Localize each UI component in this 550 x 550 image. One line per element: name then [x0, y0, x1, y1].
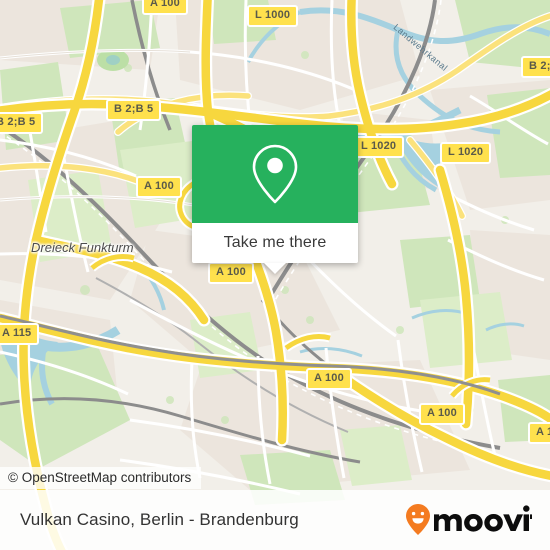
- moovit-smiley-pin-icon: [406, 504, 532, 535]
- location-popup[interactable]: Take me there: [192, 125, 358, 274]
- road-shield[interactable]: A 100: [208, 262, 254, 284]
- popup-tail: [264, 263, 286, 274]
- page-title: Vulkan Casino, Berlin - Brandenburg: [20, 510, 299, 529]
- road-shield[interactable]: L 1000: [247, 5, 299, 27]
- road-shield[interactable]: A 100: [136, 176, 182, 198]
- place-label-dreieck-funkturm: Dreieck Funkturm: [31, 240, 134, 255]
- road-shield[interactable]: A 100: [142, 0, 188, 15]
- road-shield[interactable]: A 1: [528, 422, 550, 444]
- road-shield[interactable]: L 1020: [440, 142, 492, 164]
- map-screenshot: A 100 L 1000 B 2;B 5 B 2;B 5 B 2;B 5 L 1…: [0, 0, 550, 550]
- popup-action-bar[interactable]: Take me there: [192, 223, 358, 274]
- take-me-there-label: Take me there: [223, 234, 327, 251]
- popup-image-area: [192, 125, 358, 223]
- road-shield[interactable]: L 1020: [353, 136, 405, 158]
- road-shield[interactable]: A 100: [419, 403, 465, 425]
- osm-attribution[interactable]: © OpenStreetMap contributors: [0, 467, 202, 489]
- road-shield[interactable]: B 2;B 5: [106, 99, 162, 121]
- road-shield[interactable]: A 100: [306, 368, 352, 390]
- moovit-logo[interactable]: [404, 502, 532, 538]
- map-pin-icon: [252, 144, 298, 204]
- road-shield[interactable]: B 2;B 5: [521, 56, 550, 78]
- road-shield[interactable]: A 115: [0, 323, 40, 345]
- footer-bar: Vulkan Casino, Berlin - Brandenburg: [0, 490, 550, 550]
- road-shield[interactable]: B 2;B 5: [0, 112, 44, 134]
